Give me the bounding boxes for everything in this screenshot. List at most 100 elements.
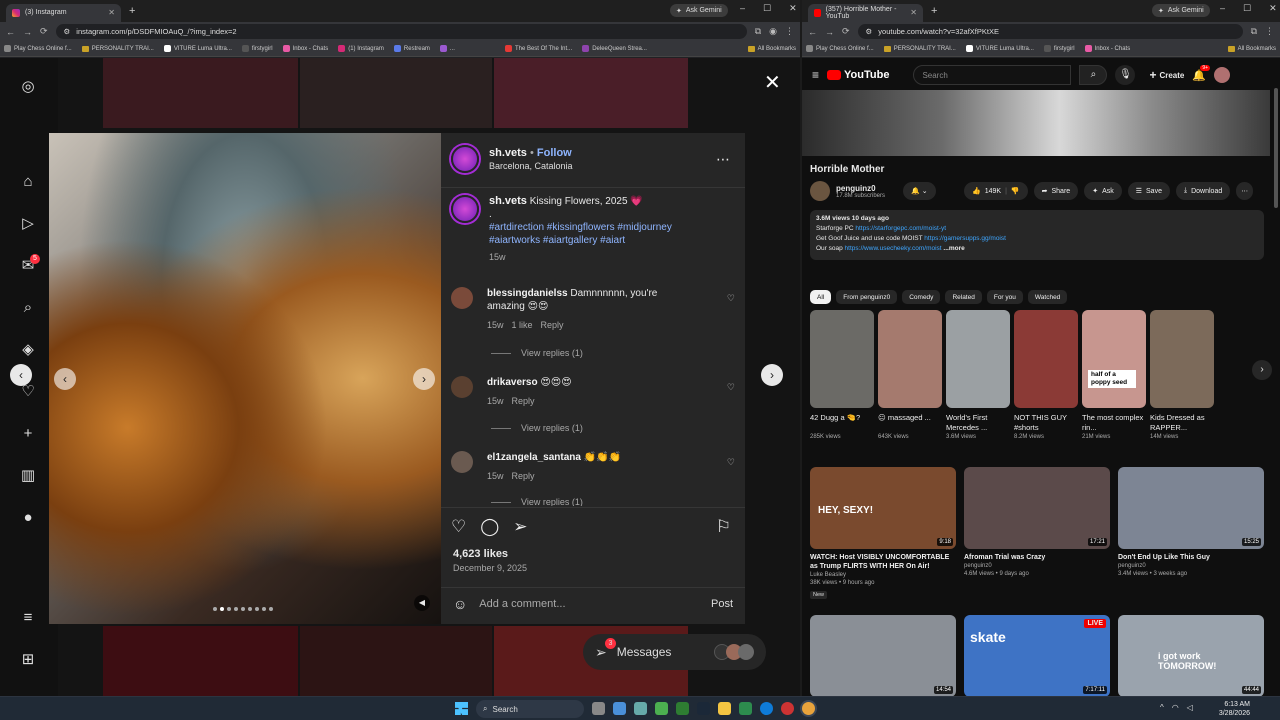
app-icon[interactable] bbox=[655, 702, 668, 715]
chip-watched[interactable]: Watched bbox=[1027, 290, 1068, 304]
author-avatar[interactable] bbox=[451, 145, 479, 173]
video-card[interactable]: HEY, SEXY! 9:18 WATCH: Host VISIBLY UNCOM… bbox=[810, 467, 956, 599]
carousel-prev-button[interactable]: ‹ bbox=[54, 368, 76, 390]
bookmark-item[interactable]: (1) Instagram bbox=[338, 45, 384, 52]
reload-icon[interactable]: ⟳ bbox=[842, 26, 850, 37]
likes-count[interactable]: 4,623 likes bbox=[453, 548, 508, 560]
show-more[interactable]: ...more bbox=[943, 245, 964, 252]
all-bookmarks[interactable]: All Bookmarks bbox=[1227, 45, 1276, 52]
address-bar[interactable]: ⚙ instagram.com/p/DSDFMIOAuQ_/?img_index… bbox=[55, 24, 747, 39]
save-bookmark-icon[interactable]: ⚐ bbox=[716, 517, 731, 537]
feed-thumbnail[interactable] bbox=[103, 58, 298, 128]
bookmark-item[interactable]: The Best Of The Int... bbox=[504, 45, 572, 52]
channel-name[interactable]: penguinz0 bbox=[836, 184, 885, 193]
tray-overflow-icon[interactable]: ^ bbox=[1160, 703, 1164, 712]
minimize-icon[interactable]: – bbox=[740, 3, 745, 14]
comment-icon[interactable]: ◯ bbox=[480, 517, 499, 537]
profile-icon[interactable]: ◉ bbox=[769, 26, 777, 37]
new-tab-button[interactable]: + bbox=[129, 5, 135, 17]
reply-button[interactable]: Reply bbox=[512, 395, 535, 408]
bookmark-item[interactable]: Play Chess Online f... bbox=[4, 45, 72, 52]
dashboard-icon[interactable]: ▥ bbox=[19, 467, 37, 485]
follow-button[interactable]: Follow bbox=[537, 147, 572, 159]
profile-avatar-icon[interactable]: ● bbox=[19, 509, 37, 527]
create-button[interactable]: + Create bbox=[1149, 68, 1184, 82]
more-options-icon[interactable]: ⋯ bbox=[716, 151, 731, 168]
video-card[interactable]: 17:21 Afroman Trial was Crazy penguinz0 … bbox=[964, 467, 1110, 578]
back-icon[interactable]: ← bbox=[808, 27, 817, 37]
bookmark-item[interactable]: firstygirl bbox=[241, 45, 273, 52]
task-view-icon[interactable] bbox=[592, 702, 605, 715]
chip-for-you[interactable]: For you bbox=[986, 290, 1023, 304]
bookmark-item[interactable]: PERSONALITY TRAI... bbox=[81, 45, 154, 52]
view-replies[interactable]: View replies (1) bbox=[491, 423, 583, 433]
ask-button[interactable]: ✦ Ask bbox=[1084, 182, 1122, 200]
search-icon[interactable]: ⌕ bbox=[1079, 65, 1108, 85]
youtube-logo[interactable]: YouTube bbox=[827, 69, 889, 81]
edge-icon[interactable] bbox=[760, 702, 773, 715]
hamburger-menu-icon[interactable]: ≡ bbox=[812, 68, 819, 82]
notifications-bell-icon[interactable]: 🔔 9+ bbox=[1192, 64, 1211, 82]
chrome-icon[interactable] bbox=[613, 702, 626, 715]
search-icon[interactable]: ⌕ bbox=[19, 299, 37, 317]
video-channel[interactable]: Luke Beasley bbox=[810, 571, 956, 579]
more-menu-icon[interactable]: ≡ bbox=[19, 609, 37, 627]
reels-icon[interactable]: ▷ bbox=[19, 215, 37, 233]
taskbar-search[interactable]: ⌕ Search bbox=[476, 700, 584, 718]
emoji-icon[interactable]: ☺ bbox=[453, 596, 467, 612]
bookmark-item[interactable]: ... bbox=[439, 45, 455, 52]
forward-icon[interactable]: → bbox=[825, 27, 834, 37]
bookmark-item[interactable]: Inbox - Chats bbox=[282, 45, 328, 52]
channel-avatar[interactable] bbox=[810, 181, 830, 201]
menu-icon[interactable]: ⋮ bbox=[785, 26, 794, 37]
carousel-next-button[interactable]: › bbox=[413, 368, 435, 390]
commenter-username[interactable]: drikaverso bbox=[487, 377, 538, 388]
all-bookmarks[interactable]: All Bookmarks bbox=[747, 45, 796, 52]
view-replies[interactable]: View replies (1) bbox=[491, 498, 583, 506]
chip-related[interactable]: Related bbox=[945, 290, 982, 304]
volume-icon[interactable]: ◁ bbox=[1187, 703, 1193, 712]
video-card[interactable]: skate LIVE 7:17:11 bbox=[964, 615, 1110, 697]
comment-likes[interactable]: 1 like bbox=[512, 319, 533, 332]
start-icon[interactable] bbox=[455, 702, 468, 715]
like-comment-icon[interactable]: ♡ bbox=[727, 382, 735, 393]
commenter-avatar[interactable] bbox=[451, 287, 473, 309]
previous-post-button[interactable]: ‹ bbox=[10, 364, 32, 386]
short-card[interactable]: 😐 massaged ... 643K views bbox=[878, 310, 942, 440]
menu-icon[interactable]: ⋮ bbox=[1265, 26, 1274, 37]
close-tab-icon[interactable]: ✕ bbox=[910, 8, 917, 17]
feed-thumbnail[interactable] bbox=[300, 58, 492, 128]
share-button[interactable]: ➦ Share bbox=[1033, 182, 1079, 200]
voice-search-icon[interactable]: 🎙 bbox=[1115, 65, 1136, 85]
save-button[interactable]: ☰ Save bbox=[1127, 182, 1170, 200]
bookmark-item[interactable]: Play Chess Online f... bbox=[806, 45, 874, 52]
short-card[interactable]: half of a poppy seed The most complex rin… bbox=[1082, 310, 1146, 440]
create-icon[interactable]: + bbox=[19, 425, 37, 443]
like-icon[interactable]: ♡ bbox=[451, 517, 466, 537]
short-card[interactable]: 42 Dugg a 🤏? 285K views bbox=[810, 310, 874, 440]
chrome-active-icon[interactable] bbox=[802, 702, 815, 715]
like-button[interactable]: 👍 149K | 👎 bbox=[964, 182, 1028, 200]
author-avatar[interactable] bbox=[451, 195, 479, 223]
short-card[interactable]: NOT THIS GUY #shorts 8.2M views bbox=[1014, 310, 1078, 440]
like-comment-icon[interactable]: ♡ bbox=[727, 293, 735, 304]
download-button[interactable]: ⤓ Download bbox=[1175, 182, 1231, 200]
commenter-avatar[interactable] bbox=[451, 376, 473, 398]
close-window-icon[interactable]: ✕ bbox=[1269, 3, 1277, 14]
close-modal-icon[interactable]: ✕ bbox=[764, 70, 781, 95]
maximize-icon[interactable]: ☐ bbox=[763, 3, 771, 14]
home-icon[interactable]: ⌂ bbox=[19, 173, 37, 191]
ask-gemini-button[interactable]: ✦ Ask Gemini bbox=[670, 4, 728, 17]
hashtags[interactable]: #aiartworks #aiartgallery #aiart bbox=[489, 234, 709, 247]
close-window-icon[interactable]: ✕ bbox=[789, 3, 797, 14]
short-card[interactable]: World's First Mercedes ... 3.6M views bbox=[946, 310, 1010, 440]
bookmark-item[interactable]: VITURE Luma Ultra... bbox=[163, 45, 232, 52]
share-icon[interactable]: ➢ bbox=[513, 517, 527, 537]
wifi-icon[interactable]: ◠ bbox=[1172, 703, 1179, 712]
tab-youtube[interactable]: (357) Horrible Mother - YouTub ✕ bbox=[808, 3, 923, 22]
reload-icon[interactable]: ⟳ bbox=[40, 26, 48, 37]
account-avatar[interactable] bbox=[1214, 67, 1231, 83]
subscribed-bell-button[interactable]: 🔔 ⌄ bbox=[903, 182, 936, 200]
forward-icon[interactable]: → bbox=[23, 27, 32, 37]
caption-username[interactable]: sh.vets bbox=[489, 195, 527, 207]
